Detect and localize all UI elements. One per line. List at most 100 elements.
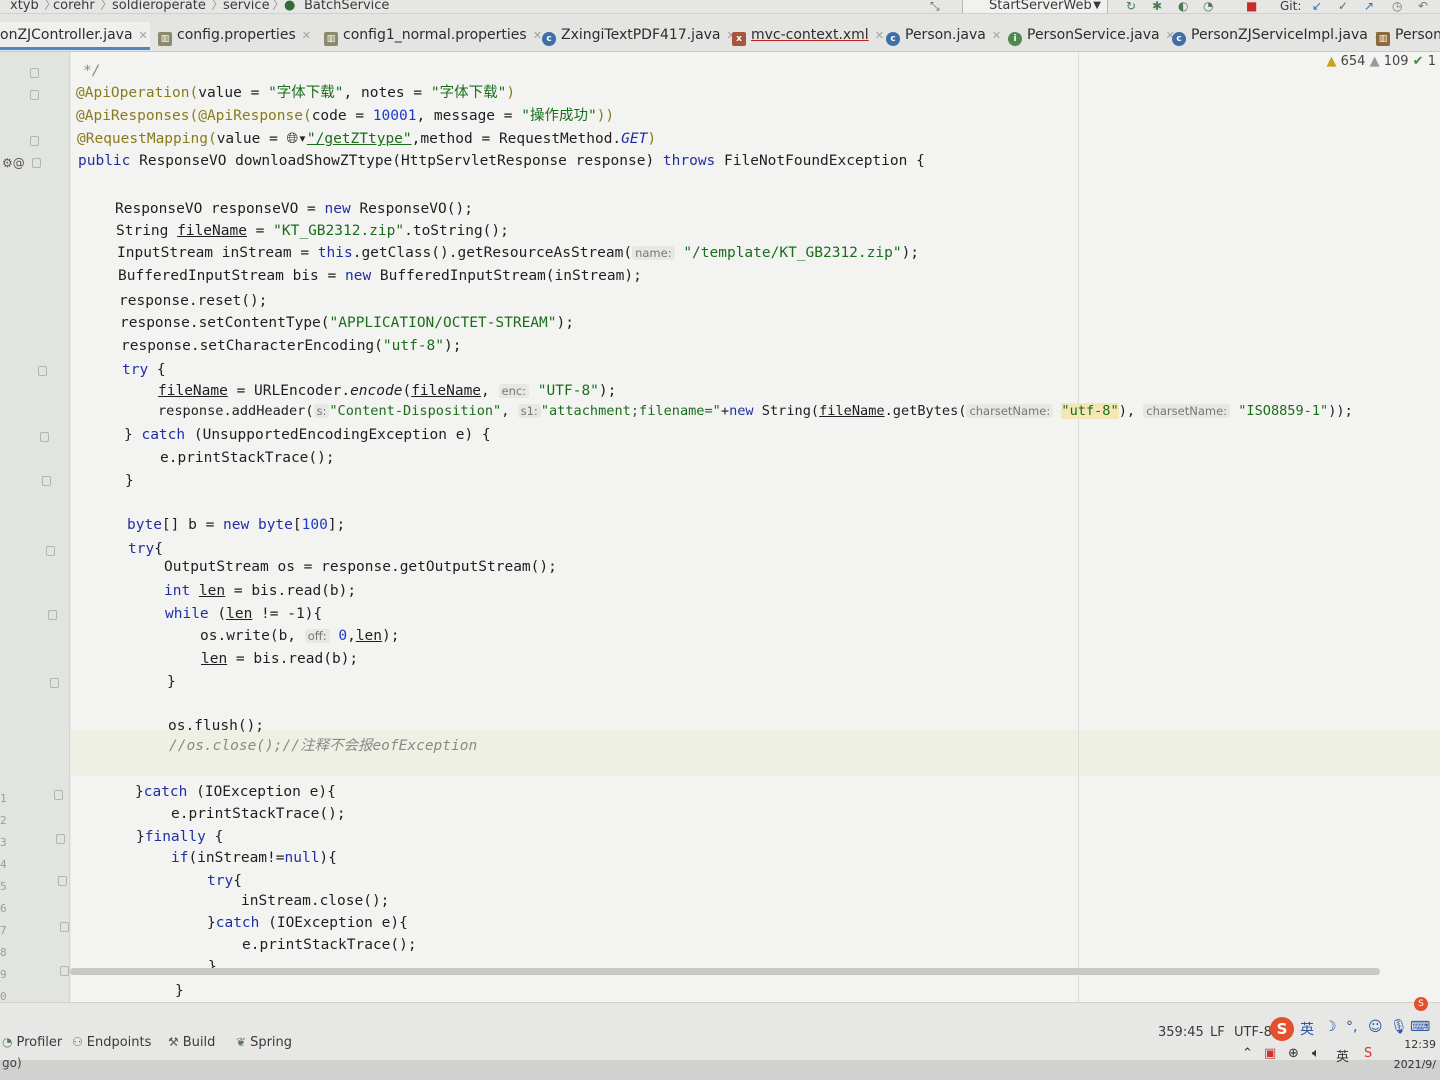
- code-line: while (len != -1){: [165, 606, 323, 622]
- run-icon[interactable]: ↻: [1126, 0, 1136, 12]
- close-icon[interactable]: ✕: [875, 29, 884, 42]
- xml-file-icon: x: [732, 32, 746, 46]
- breadcrumb-item[interactable]: soldieroperate: [112, 0, 206, 12]
- coverage-icon[interactable]: ◐: [1178, 0, 1188, 12]
- tab-config1-normal-properties[interactable]: ▥ config1_normal.properties ✕: [324, 22, 542, 50]
- taskbar-left-text: go): [2, 1056, 22, 1070]
- close-icon[interactable]: ✕: [139, 29, 148, 42]
- ime-logo-icon[interactable]: S: [1270, 1017, 1294, 1041]
- fold-marker-icon[interactable]: [30, 136, 39, 146]
- fold-marker-icon[interactable]: [38, 366, 47, 376]
- code-line: */: [83, 63, 101, 79]
- tab-person-d[interactable]: ▥ PersonD: [1376, 22, 1440, 50]
- tool-endpoints[interactable]: ⚇ Endpoints: [72, 1035, 151, 1050]
- code-line: }catch (IOException e){: [207, 915, 408, 931]
- tab-label: config1_normal.properties: [343, 27, 527, 43]
- fold-marker-icon[interactable]: [42, 476, 51, 486]
- java-interface-icon: i: [1008, 32, 1022, 46]
- url-mapping-icon[interactable]: 🌐︎▾: [287, 131, 307, 147]
- close-icon[interactable]: ✕: [302, 29, 311, 42]
- tool-build[interactable]: ⚒ Build: [168, 1035, 215, 1050]
- taskbar-language[interactable]: 英: [1336, 1046, 1349, 1065]
- breadcrumb-item[interactable]: corehr: [53, 0, 95, 12]
- line-separator[interactable]: LF: [1210, 1025, 1225, 1040]
- network-icon[interactable]: ⊕: [1288, 1046, 1299, 1061]
- tab-person-service[interactable]: i PersonService.java ✕: [1008, 22, 1175, 50]
- chevron-up-icon[interactable]: ⌃: [1242, 1046, 1253, 1061]
- weak-warning-count: 109: [1383, 54, 1409, 69]
- tab-person-zj-service-impl[interactable]: cPersonZJServiceImpl.java✕: [1172, 22, 1383, 50]
- rollback-icon[interactable]: ↶: [1418, 0, 1428, 12]
- breadcrumb-item[interactable]: xtyb: [10, 0, 39, 12]
- code-line: } catch (UnsupportedEncodingException e)…: [124, 427, 491, 443]
- selected-text: "utf-8": [1061, 403, 1119, 419]
- fold-marker-icon[interactable]: [40, 432, 49, 442]
- tool-spring[interactable]: ❦ Spring: [236, 1035, 292, 1050]
- fold-marker-icon[interactable]: [60, 966, 69, 976]
- fold-marker-icon[interactable]: [58, 876, 67, 886]
- inspection-widget[interactable]: ▲ 654 ▲ 109 ✔ 1: [1326, 54, 1436, 69]
- tab-label: PersonZJServiceImpl.java: [1191, 27, 1368, 43]
- fold-marker-icon[interactable]: [48, 610, 57, 620]
- tab-label: PersonD: [1395, 27, 1440, 43]
- emoji-icon[interactable]: ☺: [1368, 1019, 1383, 1035]
- fold-marker-icon[interactable]: [54, 790, 63, 800]
- run-configuration-select[interactable]: StartServerWeb ▼: [962, 0, 1108, 13]
- ime-language[interactable]: 英: [1300, 1019, 1314, 1039]
- line-number: 9: [0, 968, 7, 981]
- line-number: 4: [0, 858, 7, 871]
- git-commit-icon[interactable]: ✓: [1338, 0, 1348, 12]
- app-tray-icon[interactable]: ▣: [1264, 1046, 1276, 1061]
- git-update-icon[interactable]: ↙: [1312, 0, 1322, 12]
- fold-marker-icon[interactable]: [60, 922, 69, 932]
- fold-marker-icon[interactable]: [32, 158, 41, 168]
- properties-file-icon: ▥: [158, 32, 172, 46]
- tool-profiler[interactable]: ◔ Profiler: [2, 1035, 62, 1050]
- endpoints-icon: ⚇: [72, 1035, 83, 1049]
- tab-mvc-context-xml[interactable]: x mvc-context.xml ✕: [732, 22, 884, 50]
- tab-label: config.properties: [177, 27, 296, 43]
- build-hammer-icon[interactable]: ⤡: [930, 0, 940, 12]
- profiler-icon: ◔: [2, 1035, 13, 1049]
- debug-icon[interactable]: ✱: [1152, 0, 1162, 12]
- notification-badge-icon[interactable]: S: [1414, 997, 1428, 1011]
- code-line: e.printStackTrace();: [160, 450, 335, 466]
- fold-marker-icon[interactable]: [56, 834, 65, 844]
- fold-marker-icon[interactable]: [50, 678, 59, 688]
- clock-date[interactable]: 2021/9/: [1394, 1058, 1436, 1071]
- close-icon[interactable]: ✕: [533, 29, 542, 42]
- tab-zxing-pdf417[interactable]: cZxingiTextPDF417.java✕: [542, 22, 736, 50]
- breadcrumb-item[interactable]: BatchService: [304, 0, 389, 12]
- microphone-icon[interactable]: 🎙︎: [1390, 1019, 1408, 1035]
- code-editor[interactable]: ▲ 654 ▲ 109 ✔ 1 */ @ApiOperation(value =…: [71, 52, 1440, 1002]
- profile-icon[interactable]: ◔: [1203, 0, 1213, 12]
- editor-gutter[interactable]: ⚙@ 1 2 3 4 5 6 7 8 9 0: [0, 52, 70, 1003]
- tab-person-java[interactable]: c Person.java ✕: [886, 22, 1001, 50]
- line-number: 2: [0, 814, 7, 827]
- breadcrumb-item[interactable]: service: [223, 0, 270, 12]
- keyboard-icon[interactable]: ⌨: [1410, 1019, 1430, 1035]
- stop-icon[interactable]: ■: [1246, 0, 1257, 12]
- punctuation-icon[interactable]: °,: [1346, 1019, 1357, 1035]
- fold-marker-icon[interactable]: [30, 68, 39, 78]
- horizontal-scrollbar[interactable]: [70, 968, 1380, 975]
- code-line: try{: [207, 873, 242, 889]
- file-encoding[interactable]: UTF-8: [1234, 1025, 1272, 1040]
- right-margin-guide: [1078, 52, 1079, 1002]
- clock-time[interactable]: 12:39: [1404, 1038, 1436, 1051]
- implementation-gutter-icon[interactable]: ⚙@: [2, 156, 25, 170]
- editor-tab-bar: onZJController.java ✕ ▥ config.properties ✕…: [0, 14, 1440, 52]
- code-line: os.flush();: [168, 718, 265, 734]
- fold-marker-icon[interactable]: [30, 90, 39, 100]
- moon-icon[interactable]: ☽: [1324, 1019, 1337, 1035]
- line-number: 6: [0, 902, 7, 915]
- tab-config-properties[interactable]: ▥ config.properties ✕: [158, 22, 311, 50]
- ime-tray-icon[interactable]: S: [1364, 1046, 1372, 1061]
- cursor-position[interactable]: 359:45: [1158, 1025, 1204, 1040]
- close-icon[interactable]: ✕: [992, 29, 1001, 42]
- volume-icon[interactable]: 🔈︎: [1312, 1046, 1320, 1061]
- git-push-icon[interactable]: ↗: [1364, 0, 1374, 12]
- history-icon[interactable]: ◷: [1392, 0, 1402, 12]
- tab-controller[interactable]: onZJController.java ✕: [0, 22, 150, 50]
- fold-marker-icon[interactable]: [46, 546, 55, 556]
